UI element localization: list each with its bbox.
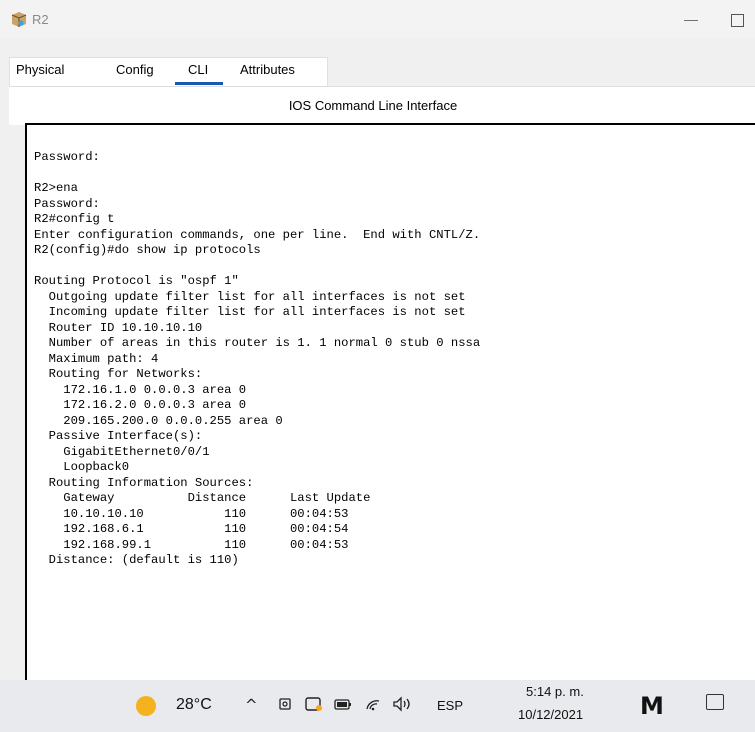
tab-attributes[interactable]: Attributes <box>240 62 295 77</box>
tab-physical[interactable]: Physical <box>16 62 64 77</box>
meet-icon[interactable] <box>278 696 294 712</box>
tab-config[interactable]: Config <box>116 62 154 77</box>
input-language[interactable]: ESP <box>437 698 463 713</box>
panel-title: IOS Command Line Interface <box>288 98 458 113</box>
cli-console[interactable]: Password: R2>ena Password: R2#config t E… <box>25 123 755 680</box>
battery-icon[interactable] <box>334 696 352 712</box>
m-icon[interactable]: M <box>640 692 664 720</box>
weather-temperature[interactable]: 28°C <box>176 696 212 714</box>
minimize-icon: — <box>684 11 698 27</box>
tab-cli[interactable]: CLI <box>188 62 208 77</box>
notification-icon[interactable] <box>706 694 724 710</box>
sun-icon[interactable] <box>136 696 156 716</box>
clock-date[interactable]: 10/12/2021 <box>518 707 583 722</box>
clock-time[interactable]: 5:14 p. m. <box>526 684 584 699</box>
maximize-button[interactable] <box>714 0 755 38</box>
wifi-icon[interactable] <box>364 696 382 712</box>
window-title: R2 <box>32 12 49 27</box>
speaker-icon[interactable] <box>392 696 414 712</box>
router-icon <box>11 12 27 27</box>
app-icon[interactable] <box>305 696 323 712</box>
console-output[interactable]: Password: R2>ena Password: R2#config t E… <box>34 150 480 569</box>
maximize-icon <box>730 13 744 27</box>
minimize-button[interactable]: — <box>668 0 714 38</box>
active-tab-indicator <box>175 82 223 85</box>
chevron-up-icon[interactable]: ^ <box>245 696 258 714</box>
title-bar: R2 — <box>0 0 755 38</box>
